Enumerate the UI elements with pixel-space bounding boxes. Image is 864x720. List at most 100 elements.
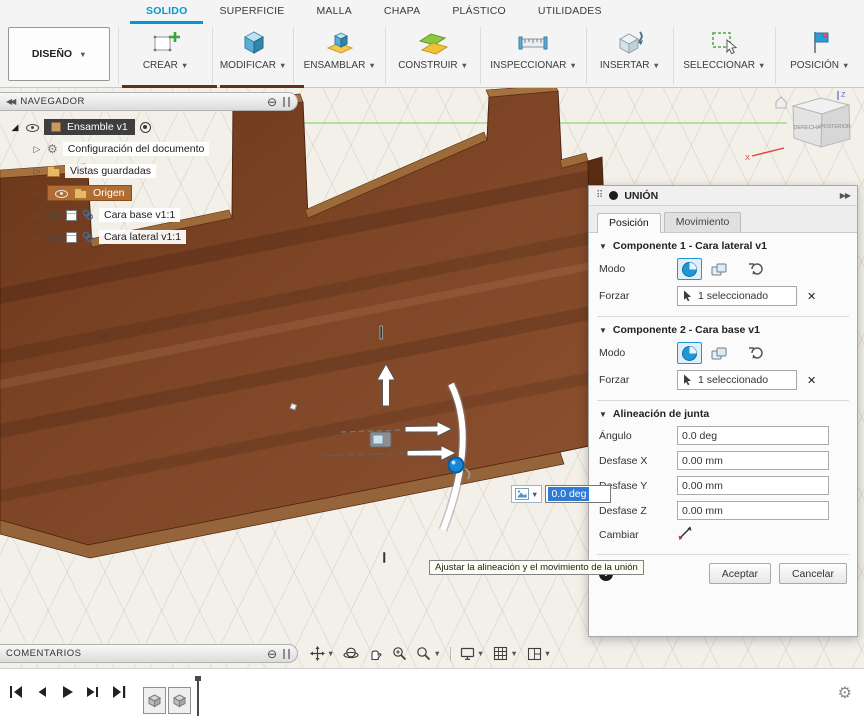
expander-icon[interactable]: ▷ — [32, 166, 42, 177]
orbit-button[interactable] — [343, 646, 359, 661]
zoom-in-icon — [393, 647, 407, 661]
cancel-button[interactable]: Cancelar — [778, 563, 847, 584]
tree-row[interactable]: ▷ Vistas guardadas — [0, 160, 302, 182]
visibility-eye-icon[interactable] — [25, 121, 39, 133]
mode-between-faces-button[interactable] — [745, 258, 770, 280]
dialog-header[interactable]: ⠿ UNIÓN ▶▶ — [589, 186, 857, 206]
offset-x-field[interactable] — [677, 451, 829, 470]
joint-snapshot-icon[interactable] — [369, 431, 392, 448]
mode-simple-button[interactable] — [677, 258, 702, 280]
snap-selection-box[interactable]: 1 seleccionado — [677, 286, 797, 306]
visibility-eye-icon[interactable] — [54, 187, 68, 199]
tab-plastico[interactable]: PLÁSTICO — [436, 0, 522, 24]
tab-malla[interactable]: MALLA — [300, 0, 367, 24]
toolbar-group-create[interactable]: CREAR ▼ — [119, 24, 211, 87]
navigator-header[interactable]: ◀◀ NAVEGADOR ⊖ — [0, 92, 298, 111]
navigator-panel: ◀◀ NAVEGADOR ⊖ ◢ Ensamble v1 ▷ ⚙ Configu… — [0, 92, 302, 248]
toolbar-group-assemble[interactable]: ENSAMBLAR ▼ — [294, 24, 385, 87]
expander-icon[interactable]: ◢ — [10, 122, 20, 133]
chevron-down-icon: ▼ — [531, 489, 539, 499]
toolbar-group-inspect[interactable]: INSPECCIONAR ▼ — [481, 24, 585, 87]
tree-item-label: Vistas guardadas — [65, 164, 156, 178]
toolbar-group-insert[interactable]: INSERTAR ▼ — [587, 24, 674, 87]
timeline-joint-feature[interactable] — [143, 687, 166, 714]
panel-drag-grip[interactable] — [283, 96, 290, 107]
timeline-playhead[interactable] — [195, 676, 201, 716]
zoom-button[interactable] — [392, 646, 407, 661]
section-alignment[interactable]: ▼ Alineación de junta — [589, 401, 857, 423]
grid-snap-button[interactable]: ▼ — [493, 646, 518, 661]
tab-movimiento[interactable]: Movimiento — [663, 212, 742, 232]
clear-selection-button[interactable]: ✕ — [807, 290, 816, 303]
snap-selection-box[interactable]: 1 seleccionado — [677, 370, 797, 390]
tree-row[interactable]: ▷ Cara base v1:1 — [0, 204, 302, 226]
origin-highlight-chip[interactable]: Origen — [47, 185, 132, 201]
tree-row-root[interactable]: ◢ Ensamble v1 — [0, 116, 302, 138]
drag-handle-icon[interactable]: ⠿ — [596, 190, 603, 201]
mode-planar-button[interactable] — [707, 258, 732, 280]
collapse-left-icon[interactable]: ◀◀ — [6, 97, 16, 106]
edge-marker — [382, 551, 386, 564]
dock-panel-icon[interactable]: ▶▶ — [840, 191, 851, 200]
offset-z-field[interactable] — [677, 501, 829, 520]
view-cube[interactable]: DERECHA POSTERIOR X Z — [745, 90, 851, 162]
section-collapse-icon[interactable]: ▼ — [599, 410, 607, 419]
minimize-panel-icon[interactable]: ⊖ — [267, 648, 277, 660]
timeline-settings-gear-icon[interactable]: ⚙ — [838, 683, 852, 703]
panel-drag-grip[interactable] — [283, 648, 290, 659]
go-to-end-button[interactable] — [112, 686, 126, 698]
tree-row-origin[interactable]: ▷ Origen — [0, 182, 302, 204]
pan-hand-button[interactable] — [368, 646, 383, 661]
display-settings-button[interactable]: ▼ — [460, 646, 484, 661]
toolbar-group-select[interactable]: SELECCIONAR ▼ — [674, 24, 774, 87]
visibility-eye-icon[interactable] — [47, 231, 61, 243]
home-icon[interactable] — [775, 96, 787, 109]
expander-icon[interactable]: ▷ — [32, 210, 42, 221]
angle-field[interactable] — [677, 426, 829, 445]
offset-y-field[interactable] — [677, 476, 829, 495]
viewport[interactable]: DERECHA POSTERIOR X Z ◀◀ NAVEGADOR ⊖ ◢ E… — [0, 88, 864, 668]
root-component-chip[interactable]: Ensamble v1 — [44, 119, 135, 135]
toolbar-group-modify[interactable]: MODIFICAR ▼ — [213, 24, 294, 87]
section-component2[interactable]: ▼ Componente 2 - Cara base v1 — [589, 317, 857, 339]
mode-planar-button[interactable] — [707, 342, 732, 364]
mode-between-faces-button[interactable] — [745, 342, 770, 364]
go-to-start-button[interactable] — [10, 686, 23, 698]
section-component1[interactable]: ▼ Componente 1 - Cara lateral v1 — [589, 233, 857, 255]
clear-selection-button[interactable]: ✕ — [807, 374, 816, 387]
toolbar-group-construct[interactable]: CONSTRUIR ▼ — [386, 24, 480, 87]
workspace-selector-button[interactable]: DISEÑO ▼ — [8, 27, 111, 81]
angle-input[interactable]: 0.0 deg — [545, 485, 612, 503]
step-forward-button[interactable] — [86, 686, 99, 698]
fit-view-button[interactable]: ▼ — [416, 646, 441, 661]
tab-chapa[interactable]: CHAPA — [368, 0, 436, 24]
minimize-panel-icon[interactable]: ⊖ — [267, 96, 277, 108]
assemble-icon — [325, 26, 355, 58]
timeline-joint-feature[interactable] — [168, 687, 191, 714]
tab-solido[interactable]: SOLIDO — [130, 0, 204, 24]
section-collapse-icon[interactable]: ▼ — [599, 326, 607, 335]
tab-utilidades[interactable]: UTILIDADES — [522, 0, 618, 24]
flip-button[interactable] — [677, 526, 693, 544]
tree-row[interactable]: ▷ ⚙ Configuración del documento — [0, 138, 302, 160]
tree-row[interactable]: ▷ Cara lateral v1:1 — [0, 226, 302, 248]
step-back-button[interactable] — [36, 686, 48, 698]
comments-header[interactable]: COMENTARIOS ⊖ — [0, 644, 298, 663]
pan-orbit-button[interactable]: ▼ — [310, 646, 334, 661]
tab-superficie[interactable]: SUPERFICIE — [203, 0, 300, 24]
viewport-layout-button[interactable]: ▼ — [527, 647, 551, 661]
accept-button[interactable]: Aceptar — [708, 563, 771, 584]
expander-icon[interactable]: ▷ — [32, 232, 42, 243]
expander-icon[interactable]: ▷ — [32, 188, 42, 199]
toolbar-group-position[interactable]: POSICIÓN ▼ — [775, 24, 864, 87]
play-button[interactable] — [61, 686, 73, 698]
section-collapse-icon[interactable]: ▼ — [599, 242, 607, 251]
scope-target-icon[interactable] — [139, 121, 151, 133]
tab-posicion[interactable]: Posición — [597, 213, 661, 233]
construct-icon — [417, 26, 449, 58]
viewcube-right-label: DERECHA — [793, 125, 821, 131]
joint-align-options-button[interactable]: ▼ — [511, 485, 543, 503]
mode-simple-button[interactable] — [677, 342, 702, 364]
visibility-eye-icon[interactable] — [47, 209, 61, 221]
expander-icon[interactable]: ▷ — [32, 144, 42, 155]
